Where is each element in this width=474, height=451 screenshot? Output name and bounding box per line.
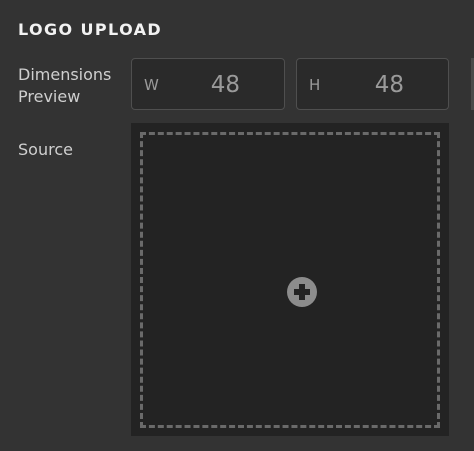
height-value: 48 [374,72,404,98]
logo-upload-panel: LOGO UPLOAD Dimensions Preview W 48 H 48… [0,0,474,451]
logo-dropzone[interactable] [140,132,440,428]
section-title: LOGO UPLOAD [18,20,163,39]
height-letter: H [309,76,321,94]
width-input[interactable]: W 48 [131,58,285,110]
source-label: Source [18,140,73,159]
dimensions-preview-label: Dimensions Preview [18,65,112,106]
source-preview-area [131,123,449,436]
plus-circle-icon[interactable] [287,277,317,307]
height-input[interactable]: H 48 [296,58,449,110]
width-value: 48 [210,72,240,98]
width-letter: W [144,76,159,94]
